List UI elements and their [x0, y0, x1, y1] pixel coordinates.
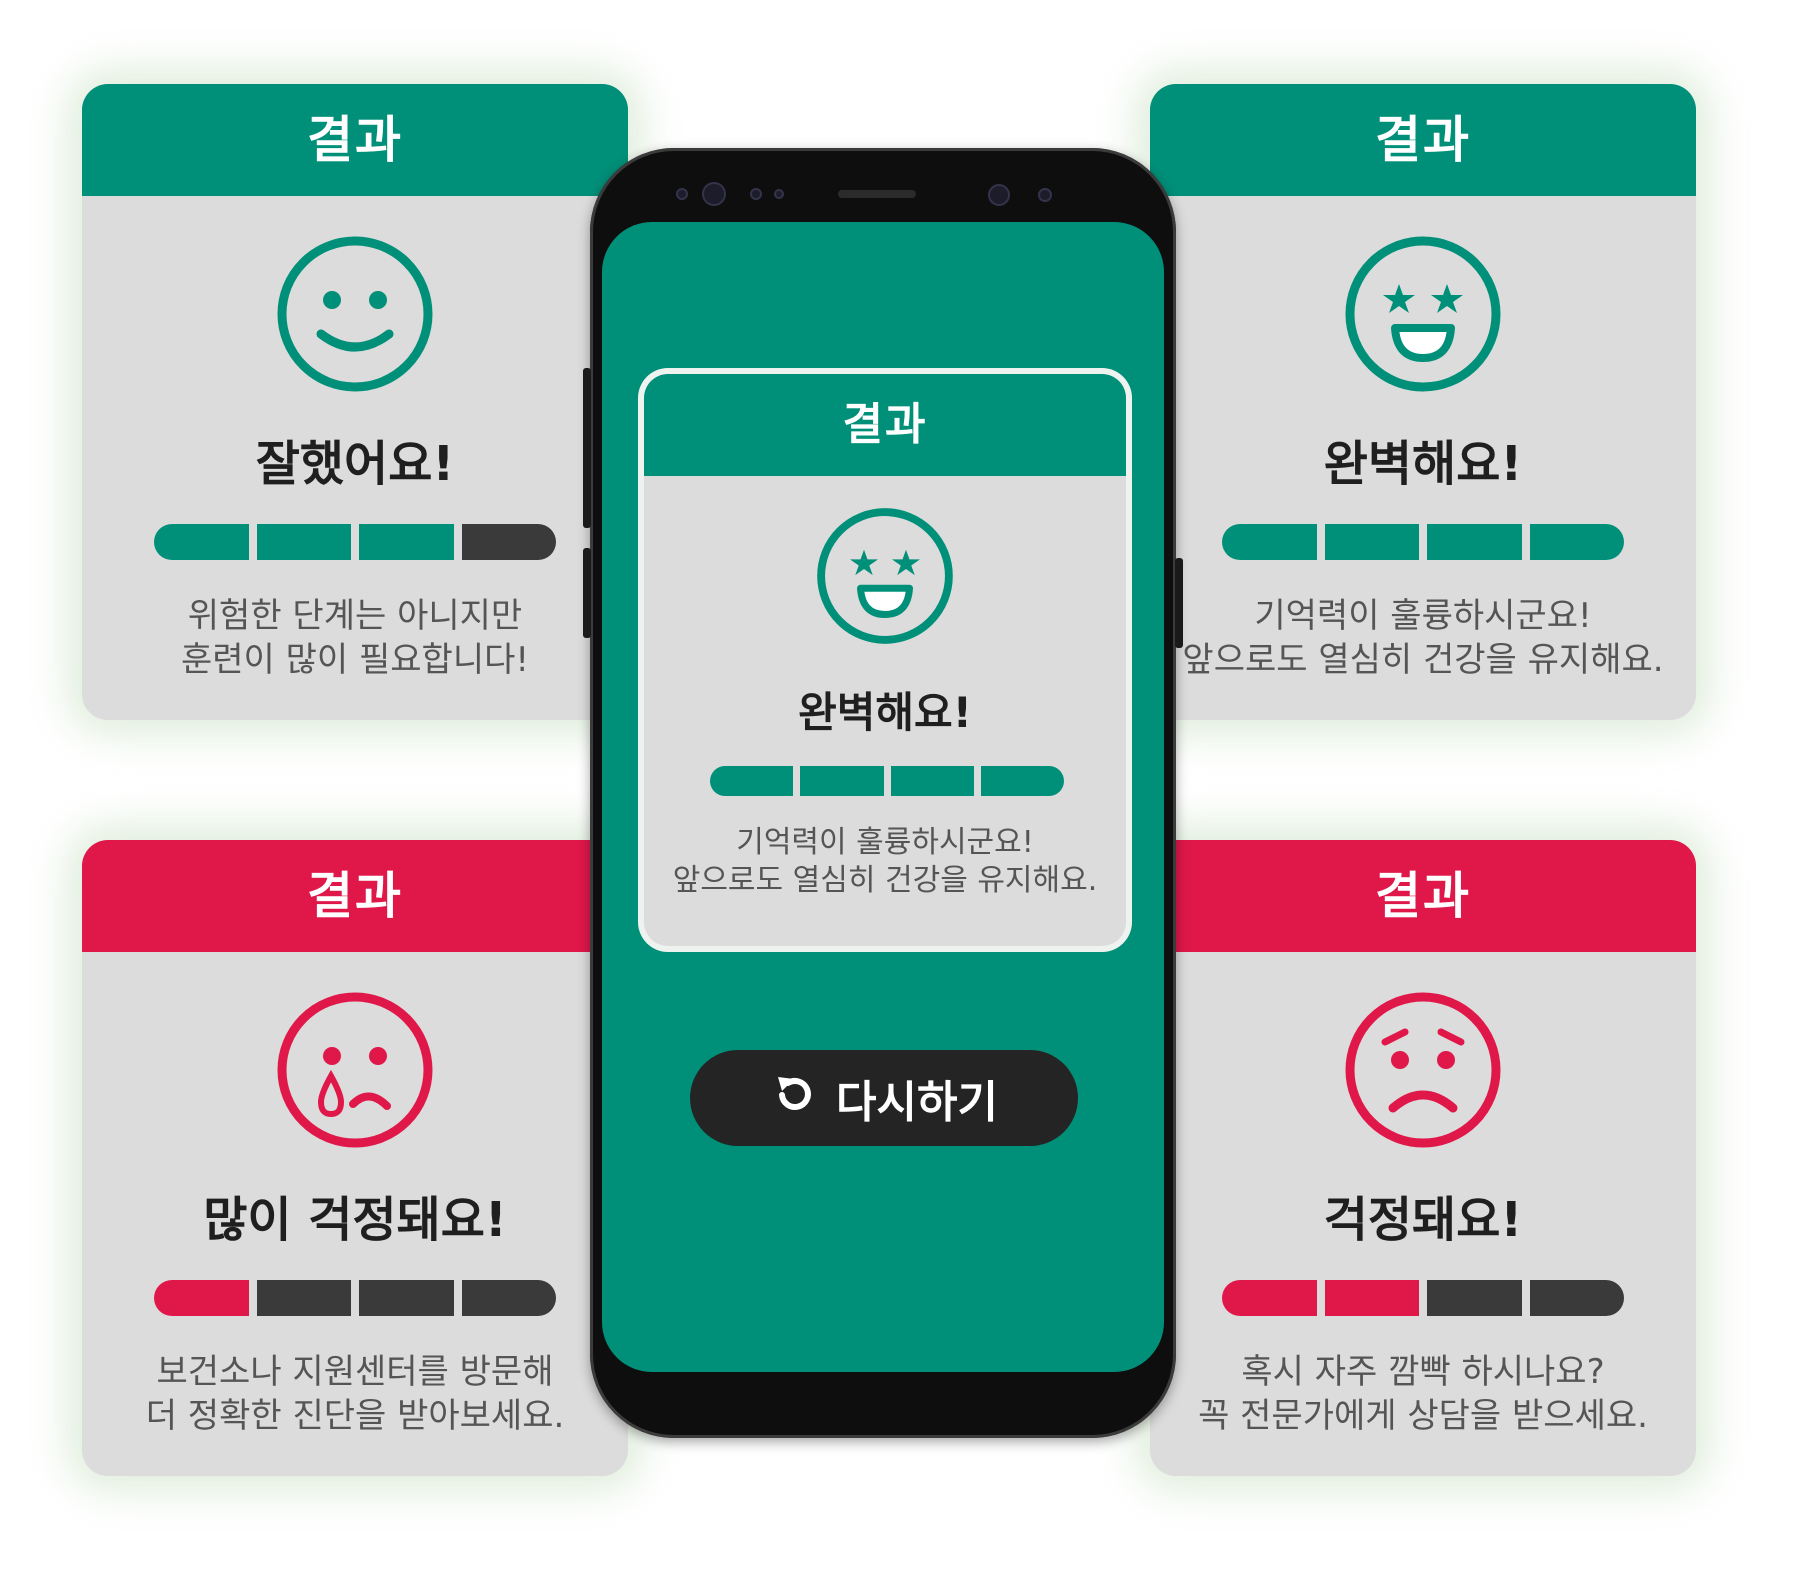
card-message-line-2: 더 정확한 진단을 받아보세요.	[145, 1396, 565, 1436]
card-message-line-2: 훈련이 많이 필요합니다!	[180, 640, 530, 680]
card-message: 혹시 자주 깜빡 하시나요? 꼭 전문가에게 상담을 받으세요.	[1150, 1350, 1696, 1438]
card-header: 결과	[1150, 840, 1696, 952]
result-card-worried: 결과 걱정돼요! 혹시 자주 깜빡 하시나요? 꼭 전문가에게 상담을 받으세요…	[1150, 840, 1696, 1476]
progress-segment-4	[461, 524, 556, 560]
card-header: 결과	[82, 84, 628, 196]
progress-bar	[710, 766, 1064, 796]
card-title: 많이 걱정돼요!	[203, 1192, 507, 1248]
progress-segment-4	[461, 1280, 556, 1316]
progress-bar	[154, 524, 556, 560]
progress-bar	[154, 1280, 556, 1316]
progress-segment-3	[1427, 1280, 1522, 1316]
phone-side-button	[583, 548, 591, 638]
card-message: 보건소나 지원센터를 방문해 더 정확한 진단을 받아보세요.	[82, 1350, 628, 1438]
card-title: 걱정돼요!	[1323, 1192, 1523, 1248]
progress-segment-4	[1529, 1280, 1624, 1316]
smile-face-icon	[82, 234, 628, 398]
progress-bar	[1222, 524, 1624, 560]
progress-segment-1	[1222, 524, 1317, 560]
progress-segment-2	[256, 524, 351, 560]
phone-sensor	[750, 188, 762, 200]
progress-segment-2	[1324, 524, 1419, 560]
phone-side-button	[1175, 558, 1183, 648]
card-message: 기억력이 훌륭하시군요! 앞으로도 열심히 건강을 유지해요.	[644, 824, 1126, 900]
card-header: 결과	[1150, 84, 1696, 196]
refresh-icon	[770, 1069, 818, 1128]
card-header: 결과	[644, 374, 1126, 476]
card-message-line-1: 위험한 단계는 아니지만	[187, 596, 523, 636]
progress-segment-1	[154, 1280, 249, 1316]
progress-segment-4	[1529, 524, 1624, 560]
card-message-line-2: 꼭 전문가에게 상담을 받으세요.	[1198, 1396, 1648, 1436]
result-card-perfect: 결과 완벽해요! 기억력이 훌륭하시군요! 앞으로도 열심히 건강을 유지해요.	[1150, 84, 1696, 720]
card-message-line-2: 앞으로도 열심히 건강을 유지해요.	[672, 863, 1098, 898]
card-message: 위험한 단계는 아니지만 훈련이 많이 필요합니다!	[82, 594, 628, 682]
card-header: 결과	[82, 840, 628, 952]
progress-segment-3	[359, 1280, 454, 1316]
phone-sensor	[676, 188, 688, 200]
card-message: 기억력이 훌륭하시군요! 앞으로도 열심히 건강을 유지해요.	[1150, 594, 1696, 682]
phone-screen: 결과 완벽해요! 기억력이 훌륭하시군요! 앞으로도 열심히 건강을 유지해요.	[602, 222, 1164, 1372]
card-message-line-1: 보건소나 지원센터를 방문해	[156, 1352, 554, 1392]
phone-side-button	[583, 368, 591, 528]
phone-iris-scanner	[702, 182, 726, 206]
card-message-line-2: 앞으로도 열심히 건강을 유지해요.	[1182, 640, 1664, 680]
crying-face-icon	[82, 990, 628, 1154]
progress-segment-1	[710, 766, 794, 796]
progress-segment-2	[256, 1280, 351, 1316]
progress-segment-4	[980, 766, 1064, 796]
star-eyes-face-icon	[1150, 234, 1696, 398]
phone-sensor	[1038, 188, 1052, 202]
phone-sensor	[774, 189, 784, 199]
progress-segment-1	[1222, 1280, 1317, 1316]
progress-segment-2	[800, 766, 884, 796]
result-card-good: 결과 잘했어요! 위험한 단계는 아니지만 훈련이 많이 필요합니다!	[82, 84, 628, 720]
progress-segment-2	[1324, 1280, 1419, 1316]
progress-segment-3	[1427, 524, 1522, 560]
progress-segment-3	[359, 524, 454, 560]
card-title: 완벽해요!	[1323, 436, 1523, 492]
progress-segment-3	[890, 766, 974, 796]
phone-front-camera	[988, 184, 1010, 206]
phone-result-card: 결과 완벽해요! 기억력이 훌륭하시군요! 앞으로도 열심히 건강을 유지해요.	[644, 374, 1126, 946]
progress-segment-1	[154, 524, 249, 560]
phone-speaker	[838, 190, 916, 198]
card-message-line-1: 혹시 자주 깜빡 하시나요?	[1241, 1352, 1605, 1392]
retry-button[interactable]: 다시하기	[690, 1050, 1078, 1146]
card-message-line-1: 기억력이 훌륭하시군요!	[1254, 596, 1592, 636]
card-message-line-1: 기억력이 훌륭하시군요!	[736, 825, 1034, 860]
star-eyes-face-icon	[644, 506, 1126, 650]
result-card-very-worried: 결과 많이 걱정돼요! 보건소나 지원센터를 방문해 더 정확한 진단을 받아보…	[82, 840, 628, 1476]
card-title: 잘했어요!	[255, 436, 455, 492]
progress-bar	[1222, 1280, 1624, 1316]
card-title: 완벽해요!	[798, 688, 972, 737]
phone-frame: 결과 완벽해요! 기억력이 훌륭하시군요! 앞으로도 열심히 건강을 유지해요.	[583, 148, 1183, 1438]
worried-face-icon	[1150, 990, 1696, 1154]
retry-button-label: 다시하기	[836, 1077, 998, 1128]
